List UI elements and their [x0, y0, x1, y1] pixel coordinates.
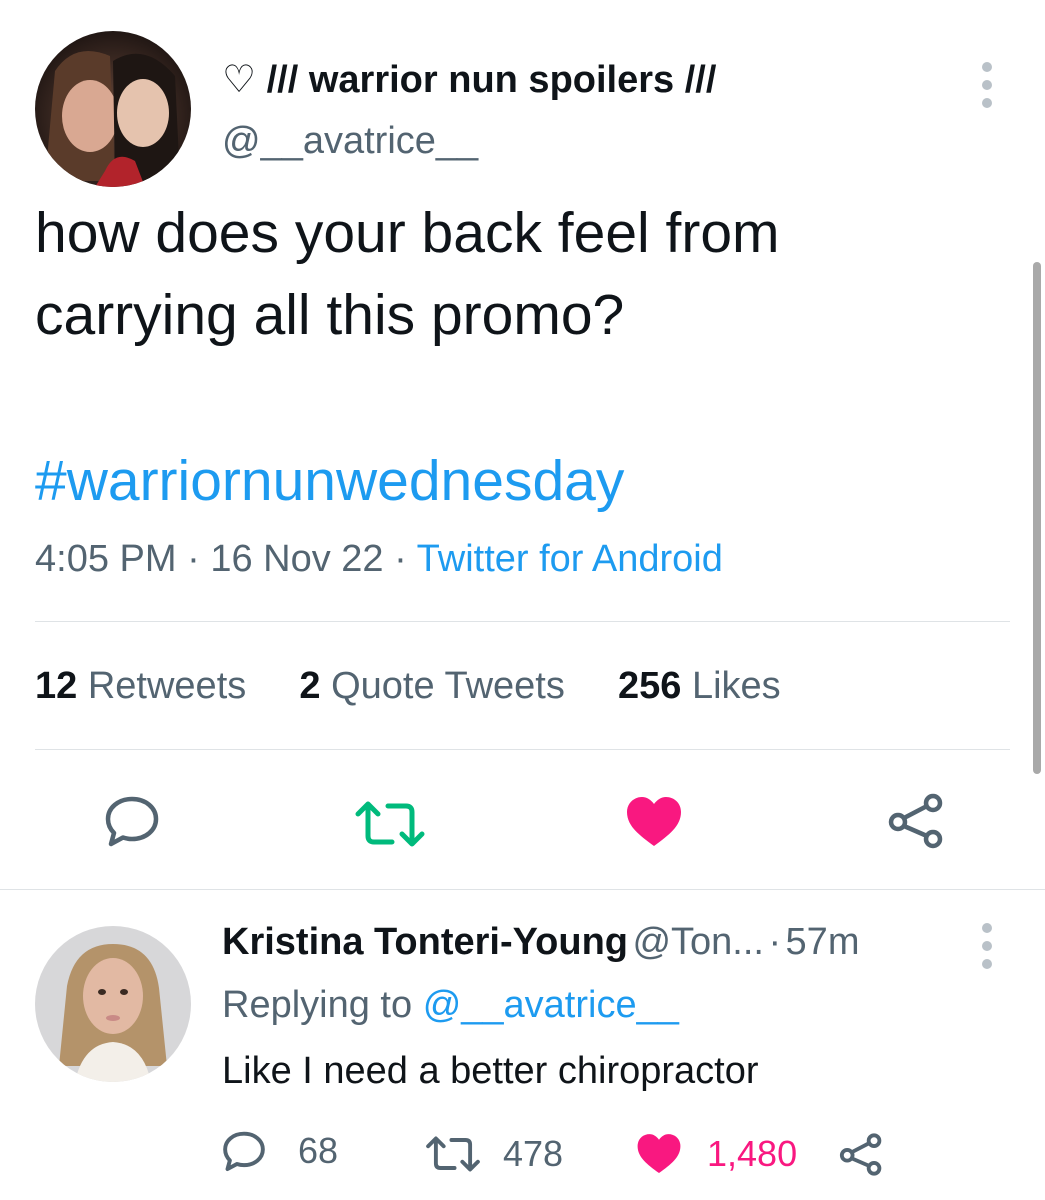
tweet-time: 4:05 PM: [35, 538, 177, 580]
tweet-metadata: 4:05 PM · 16 Nov 22 · Twitter for Androi…: [35, 538, 723, 581]
replying-to-handle[interactable]: @__avatrice__: [423, 984, 679, 1026]
more-options-icon[interactable]: [981, 62, 993, 108]
author-handle[interactable]: @__avatrice__: [222, 120, 478, 163]
reply-icon: [105, 796, 159, 847]
replying-to-line: Replying to @__avatrice__: [222, 984, 679, 1027]
quotes-stat[interactable]: 2 Quote Tweets: [299, 665, 564, 707]
hashtag-link[interactable]: #warriornunwednesday: [35, 448, 624, 514]
reply-text: Like I need a better chiropractor: [222, 1050, 759, 1092]
reply-author-avatar[interactable]: [35, 926, 191, 1082]
reply-share-button[interactable]: [838, 1133, 884, 1181]
retweets-stat[interactable]: 12 Retweets: [35, 665, 246, 707]
quotes-label: Quote Tweets: [331, 665, 565, 707]
divider: [35, 749, 1010, 750]
share-button[interactable]: [886, 793, 946, 849]
reply-dot-separator: ·: [768, 921, 782, 963]
likes-stat[interactable]: 256 Likes: [618, 665, 781, 707]
reply-author-name[interactable]: Kristina Tonteri-Young: [222, 921, 628, 963]
tweet-stats: 12 Retweets 2 Quote Tweets 256 Likes: [35, 665, 781, 708]
likes-count: 256: [617, 665, 682, 707]
tweet-date: 16 Nov 22: [210, 538, 384, 580]
section-divider: [0, 889, 1045, 890]
reply-reply-button[interactable]: 68: [222, 1130, 338, 1172]
reply-icon: [223, 1131, 265, 1172]
like-count: 1,480: [707, 1133, 798, 1174]
likes-label: Likes: [691, 665, 781, 707]
tweet-source-link[interactable]: Twitter for Android: [417, 538, 723, 580]
heart-icon: [627, 797, 681, 846]
reply-retweet-button[interactable]: 478: [425, 1133, 563, 1175]
divider: [35, 621, 1010, 622]
reply-timestamp[interactable]: 57m: [786, 921, 860, 963]
replying-to-label: Replying to: [222, 984, 413, 1026]
retweets-count: 12: [35, 665, 78, 707]
reply-like-button[interactable]: 1,480: [636, 1133, 797, 1175]
retweets-label: Retweets: [87, 665, 247, 707]
tweet-text-line-2: carrying all this promo?: [35, 283, 625, 347]
reply-count: 68: [298, 1130, 339, 1171]
share-icon: [888, 793, 943, 849]
meta-separator: ·: [383, 538, 417, 580]
heart-icon: [637, 1134, 681, 1174]
reply-header: Kristina Tonteri-Young @Ton... · 57m: [222, 921, 859, 964]
retweet-icon: [426, 1136, 480, 1172]
meta-separator: ·: [176, 538, 211, 580]
retweet-button[interactable]: [354, 800, 426, 848]
reply-author-handle[interactable]: @Ton...: [632, 921, 764, 963]
reply-more-options-icon[interactable]: [981, 923, 993, 969]
share-icon: [839, 1133, 882, 1176]
quotes-count: 2: [299, 665, 321, 707]
author-avatar[interactable]: [35, 31, 191, 187]
retweet-icon: [355, 801, 425, 847]
retweet-count: 478: [503, 1133, 564, 1174]
author-display-name[interactable]: ♡ /// warrior nun spoilers ///: [222, 57, 716, 102]
tweet-text: how does your back feel from carrying al…: [35, 192, 780, 356]
reply-button[interactable]: [104, 795, 160, 847]
tweet-text-line-1: how does your back feel from: [35, 201, 780, 265]
scrollbar-thumb[interactable]: [1033, 262, 1041, 774]
like-button[interactable]: [625, 796, 683, 848]
